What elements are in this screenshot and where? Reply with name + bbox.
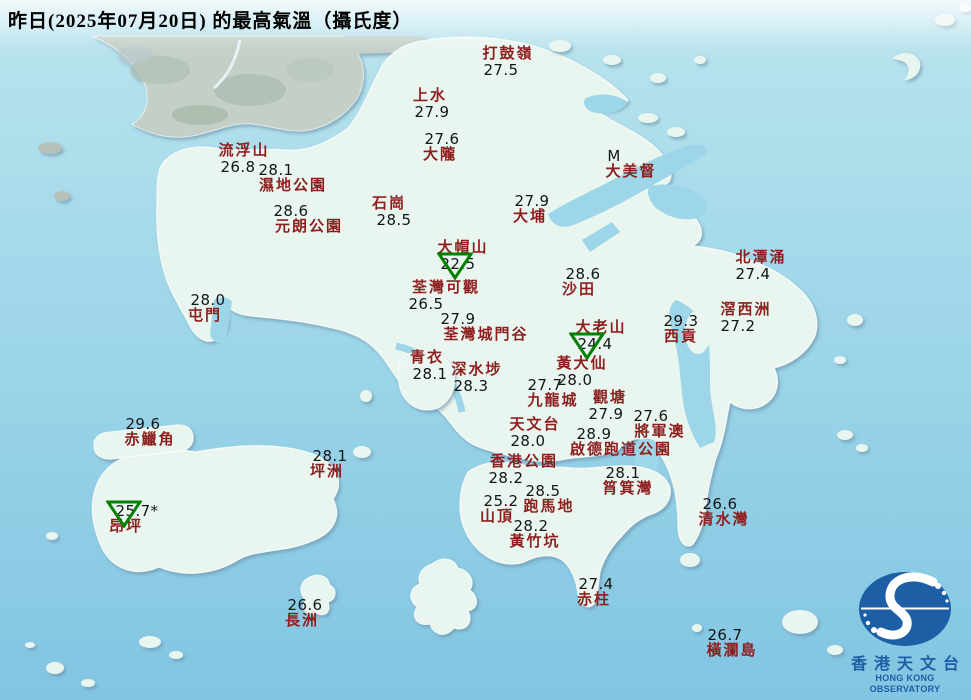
- station: 大帽山 22.5: [437, 240, 488, 272]
- station: 石崗 28.5: [372, 196, 411, 228]
- station-name-label: 西貢: [663, 328, 698, 345]
- station-name-label: 屯門: [187, 307, 222, 324]
- station: 27.6 大隴: [422, 130, 460, 163]
- station: 深水埗 28.3: [451, 362, 502, 394]
- station: 27.9 荃灣城門谷: [440, 311, 529, 343]
- station-value-label: 25.2: [483, 492, 519, 510]
- station-value-label: 28.9: [576, 425, 612, 443]
- station: 26.6 長洲: [284, 596, 323, 629]
- station-name-label: 跑馬地: [523, 498, 575, 515]
- station-name-label: 昂坪: [108, 518, 143, 535]
- station: 青衣 28.1: [410, 350, 448, 383]
- station: 26.6 清水灣: [698, 496, 750, 528]
- station: 27.7 九龍城: [527, 377, 579, 409]
- station-name-label: 橫瀾島: [706, 642, 758, 659]
- station-name-label: 大美督: [605, 163, 657, 180]
- station-value-label: 28.0: [190, 291, 226, 309]
- station-value-label: 27.7: [527, 376, 563, 394]
- station-name-label: 九龍城: [527, 392, 579, 409]
- station: 28.6 沙田: [561, 266, 600, 298]
- station-name-label: 元朗公園: [274, 218, 344, 235]
- station-value-label: 26.6: [702, 495, 738, 513]
- station-name-label: 大埔: [512, 208, 547, 225]
- station: 29.6 赤鱲角: [124, 416, 176, 448]
- station-name-label: 赤鱲角: [124, 431, 176, 448]
- station-value-label: 26.7: [707, 626, 743, 644]
- station-name-label: 大隴: [422, 146, 457, 163]
- map-title: 昨日(2025年07月20日) 的最高氣溫（攝氏度）: [8, 11, 413, 32]
- station-value-label: M: [607, 147, 621, 165]
- station-value-label: 28.2: [513, 517, 549, 535]
- station: 29.3 西貢: [663, 312, 699, 345]
- station-value-label: 28.1: [412, 364, 448, 383]
- station-value-label: 28.6: [565, 265, 601, 283]
- station: 北潭涌 27.4: [735, 250, 786, 282]
- hko-logo-en-text: HONG KONG OBSERVATORY: [869, 673, 941, 694]
- station-value-label: 28.3: [453, 376, 489, 395]
- station-value-label: 29.6: [125, 415, 161, 433]
- station: 27.9 大埔: [512, 192, 550, 225]
- station: 荃灣可觀 26.5: [408, 280, 480, 312]
- station: 打鼓嶺 27.5: [482, 46, 533, 78]
- station-value-label: 27.6: [424, 130, 460, 148]
- weather-map-screen: 打鼓嶺 27.5 上水 27.9 27.6 大隴 M 大美督 流浮山 26.8 28.1 濕地公園 27…: [0, 0, 971, 700]
- station-name-label: 長洲: [284, 612, 319, 629]
- station: 28.1 筲箕灣: [602, 465, 654, 497]
- station: 大老山 24.4: [575, 320, 626, 352]
- station: 滘西洲 27.2: [720, 302, 771, 334]
- station: 25.7* 昂坪: [105, 503, 158, 535]
- station-name-label: 清水灣: [698, 511, 750, 528]
- station: 27.4 赤柱: [576, 575, 614, 608]
- station-value-label: 27.4: [578, 575, 614, 593]
- station-name-label: 濕地公園: [258, 177, 328, 194]
- station: 28.9 啟德跑道公園: [569, 426, 673, 458]
- hko-logo: 香港天文台 HONG KONG OBSERVATORY: [841, 569, 969, 695]
- station-name-label: 黃竹坑: [509, 533, 561, 550]
- station-value-label: 27.2: [720, 316, 756, 335]
- station-value-label: 28.6: [273, 202, 309, 220]
- station-value-label: 28.5: [525, 482, 561, 500]
- station: 26.7 橫瀾島: [706, 627, 758, 659]
- station-name-label: 赤柱: [576, 591, 611, 608]
- station: 觀塘 27.9: [589, 390, 628, 422]
- station-value-label: 25.7*: [115, 502, 159, 520]
- station: 28.0 屯門: [187, 291, 226, 324]
- station: M 大美督: [605, 148, 657, 180]
- hko-logo-zh-text: 香港天文台: [850, 656, 966, 673]
- station-value-label: 28.1: [312, 447, 348, 465]
- station: 上水 27.9: [413, 88, 450, 121]
- station-value-label: 28.5: [376, 210, 412, 229]
- station-value-label: 28.1: [258, 161, 294, 179]
- station-value-label: 22.5: [440, 254, 476, 273]
- station: 28.5 跑馬地: [523, 483, 575, 515]
- station-name-label: 筲箕灣: [602, 480, 654, 497]
- station-value-label: 27.4: [735, 264, 771, 283]
- station-value-label: 24.4: [577, 334, 613, 353]
- station-name-label: 坪洲: [309, 463, 344, 480]
- station-value-label: 27.9: [588, 404, 624, 423]
- station: 28.2 黃竹坑: [509, 518, 561, 550]
- station: 28.1 坪洲: [309, 447, 348, 480]
- station: 28.1 濕地公園: [258, 162, 328, 194]
- station-value-label: 27.5: [483, 60, 519, 79]
- station-value-label: 27.6: [633, 407, 669, 425]
- station-name-label: 沙田: [561, 281, 596, 298]
- station-name-label: 啟德跑道公園: [569, 441, 673, 458]
- stations-layer: 打鼓嶺 27.5 上水 27.9 27.6 大隴 M 大美督 流浮山 26.8 28.1 濕地公園 27…: [0, 0, 971, 700]
- station-value-label: 27.9: [414, 102, 450, 121]
- observatory-logo-icon: [859, 572, 951, 646]
- station-value-label: 29.3: [663, 312, 699, 330]
- station-name-label: 荃灣城門谷: [443, 326, 529, 343]
- station-value-label: 28.1: [605, 464, 641, 482]
- station-value-label: 26.6: [287, 596, 323, 614]
- station-value-label: 27.9: [514, 192, 550, 210]
- station: 28.6 元朗公園: [273, 203, 344, 235]
- station-value-label: 27.9: [440, 310, 476, 328]
